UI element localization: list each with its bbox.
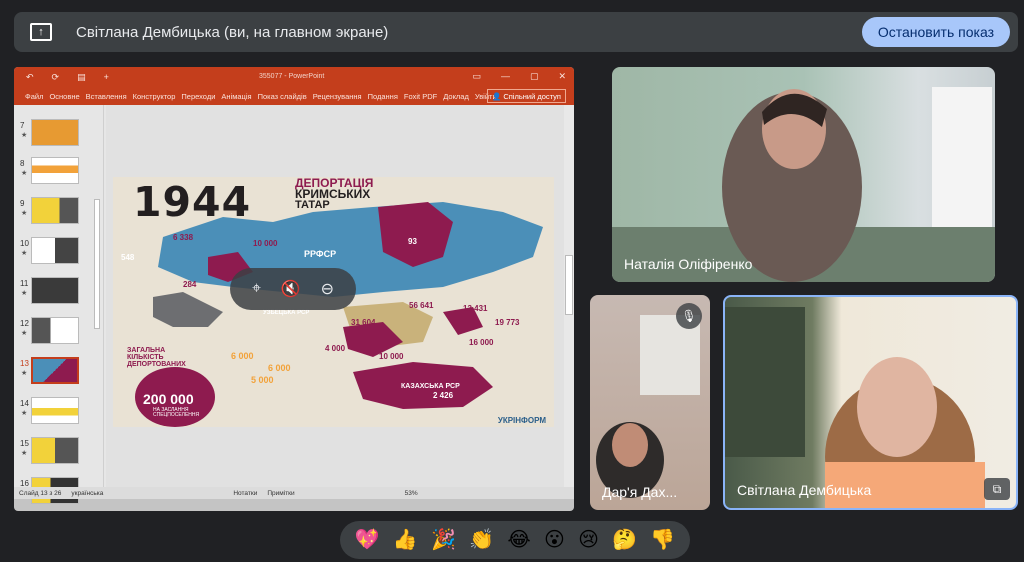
reaction-thumbs-down[interactable]: 👎 (650, 530, 675, 550)
reaction-sad[interactable]: 😢 (578, 530, 599, 550)
participant-video (725, 307, 985, 508)
thumbnail-scrollbar[interactable] (93, 109, 101, 489)
participant-tile-natalia[interactable]: Наталія Оліфіренко (612, 67, 995, 282)
tab-transitions[interactable]: Переходи (178, 92, 218, 101)
thumbnail-9[interactable]: 9 ★ (14, 195, 96, 229)
thumbnail-13[interactable]: 13 ★ (14, 355, 96, 389)
meet-screen: ↑ Світлана Дембицька (ви, на главном экр… (0, 0, 1024, 562)
remove-icon[interactable]: ⊖ (321, 279, 334, 299)
person-icon: 👤 (491, 91, 502, 101)
tab-insert[interactable]: Вставлення (83, 92, 130, 101)
tab-file[interactable]: Файл (22, 92, 46, 101)
thumbnail-15[interactable]: 15 ★ (14, 435, 96, 469)
thumbnail-image (31, 397, 79, 424)
close-icon[interactable]: ✕ (558, 71, 566, 82)
mic-off-icon: 🎙 (676, 303, 702, 329)
slide-counter: Слайд 13 з 26 (19, 489, 62, 497)
language-indicator: українська (71, 489, 104, 497)
redo-icon[interactable]: ⟳ (52, 72, 60, 83)
participant-name: Наталія Оліфіренко (624, 256, 753, 272)
participant-tile-svitlana[interactable]: ⧉ Світлана Дембицька (723, 295, 1018, 510)
reaction-heart[interactable]: 💖 (355, 530, 380, 550)
reaction-surprised[interactable]: 😮 (544, 530, 565, 550)
star-icon: ★ (21, 210, 28, 217)
participant-name: Світлана Дембицька (737, 482, 872, 498)
thumbnail-image (31, 119, 79, 146)
participant-name: Дар'я Дах... (602, 484, 678, 500)
share-button[interactable]: 👤 Спільний доступ (486, 89, 566, 103)
star-icon: ★ (21, 450, 28, 457)
star-icon: ★ (21, 370, 28, 377)
ukrinform-logo: УКРІНФОРМ (497, 416, 546, 425)
stop-presenting-button[interactable]: Остановить показ (861, 17, 1010, 47)
reactions-bar: 💖 👍 🎉 👏 😂 😮 😢 🤔 👎 (340, 521, 690, 559)
star-icon: ★ (21, 290, 28, 297)
tab-slideshow[interactable]: Показ слайдів (255, 92, 310, 101)
star-icon: ★ (21, 132, 28, 139)
reaction-thumbs-up[interactable]: 👍 (393, 530, 418, 550)
editor-scrollbar[interactable] (564, 105, 574, 499)
reaction-party[interactable]: 🎉 (431, 530, 456, 550)
share-label: Спільний доступ (503, 91, 561, 101)
present-screen-icon: ↑ (30, 23, 52, 41)
slide-heading: ДЕПОРТАЦІЯ КРИМСЬКИХ ТАТАР (295, 177, 374, 211)
ppt-doc-title: 355077 - PowerPoint (259, 73, 325, 80)
tab-review[interactable]: Рецензування (310, 92, 365, 101)
notes-button[interactable]: Нотатки (228, 490, 262, 497)
comments-button[interactable]: Примітки (262, 490, 299, 497)
ribbon-options-icon[interactable]: ▭ (472, 71, 481, 82)
presentation-float-controls: ⌖ 🔇 ⊖ (230, 268, 356, 310)
slideshow-icon[interactable]: ▤ (77, 72, 86, 83)
undo-icon[interactable]: ↶ (26, 72, 34, 83)
thumbnail-12[interactable]: 12 ★ (14, 315, 96, 349)
slide-year: 1944 (133, 178, 252, 226)
tab-tell-me[interactable]: Доклад (440, 92, 472, 101)
star-icon: ★ (21, 250, 28, 257)
mute-icon[interactable]: 🔇 (281, 279, 301, 299)
reaction-clap[interactable]: 👏 (469, 530, 494, 550)
pin-icon[interactable]: ⌖ (252, 280, 261, 298)
reaction-thinking[interactable]: 🤔 (612, 530, 637, 550)
tab-view[interactable]: Подання (365, 92, 401, 101)
ppt-ribbon: Файл Основне Вставлення Конструктор Пере… (14, 87, 574, 105)
ppt-status-bar: Слайд 13 з 26 українська Нотатки Примітк… (14, 487, 574, 499)
thumbnail-7[interactable]: 7 ★ (14, 117, 96, 151)
participant-video (612, 87, 995, 282)
customize-icon[interactable]: + (104, 72, 109, 83)
thumbnail-image (31, 317, 79, 344)
banner-title: Світлана Дембицька (ви, на главном экран… (76, 23, 389, 41)
star-icon: ★ (21, 410, 28, 417)
thumbnail-image (31, 357, 79, 384)
thumbnail-image (31, 237, 79, 264)
thumbnail-image (31, 157, 79, 184)
thumbnail-11[interactable]: 11 ★ (14, 275, 96, 309)
reaction-joy[interactable]: 😂 (507, 530, 530, 550)
slide-thumbnails-pane: 7 ★ 8 ★ 9 ★ 10 ★ 11 ★ 12 ★ 13 ★ 14 ★ 15 … (14, 105, 104, 504)
tab-home[interactable]: Основне (46, 92, 82, 101)
thumbnail-10[interactable]: 10 ★ (14, 235, 96, 269)
tab-animations[interactable]: Анімація (218, 92, 254, 101)
star-icon: ★ (21, 330, 28, 337)
participant-tile-darya[interactable]: 🎙 Дар'я Дах... (590, 295, 710, 510)
picture-in-picture-icon[interactable]: ⧉ (984, 478, 1010, 500)
minimize-icon[interactable]: — (501, 71, 510, 82)
zoom-level[interactable]: 53% (400, 490, 423, 497)
tab-foxit[interactable]: Foxit PDF (401, 92, 440, 101)
thumbnail-14[interactable]: 14 ★ (14, 395, 96, 429)
presenting-banner: ↑ Світлана Дембицька (ви, на главном экр… (14, 12, 1018, 52)
ppt-title-bar: ↶ ⟳ ▤ + 355077 - PowerPoint ▭ — ▢ ✕ (14, 67, 574, 87)
deported-total-title: ЗАГАЛЬНА КІЛЬКІСТЬ ДЕПОРТОВАНИХ (127, 347, 186, 368)
thumbnail-8[interactable]: 8 ★ (14, 155, 96, 189)
thumbnail-image (31, 277, 79, 304)
tab-design[interactable]: Конструктор (130, 92, 179, 101)
star-icon: ★ (21, 170, 28, 177)
deported-total-number: 200 000 (143, 391, 194, 407)
thumbnail-image (31, 197, 79, 224)
thumbnail-image (31, 437, 79, 464)
maximize-icon[interactable]: ▢ (530, 71, 539, 82)
